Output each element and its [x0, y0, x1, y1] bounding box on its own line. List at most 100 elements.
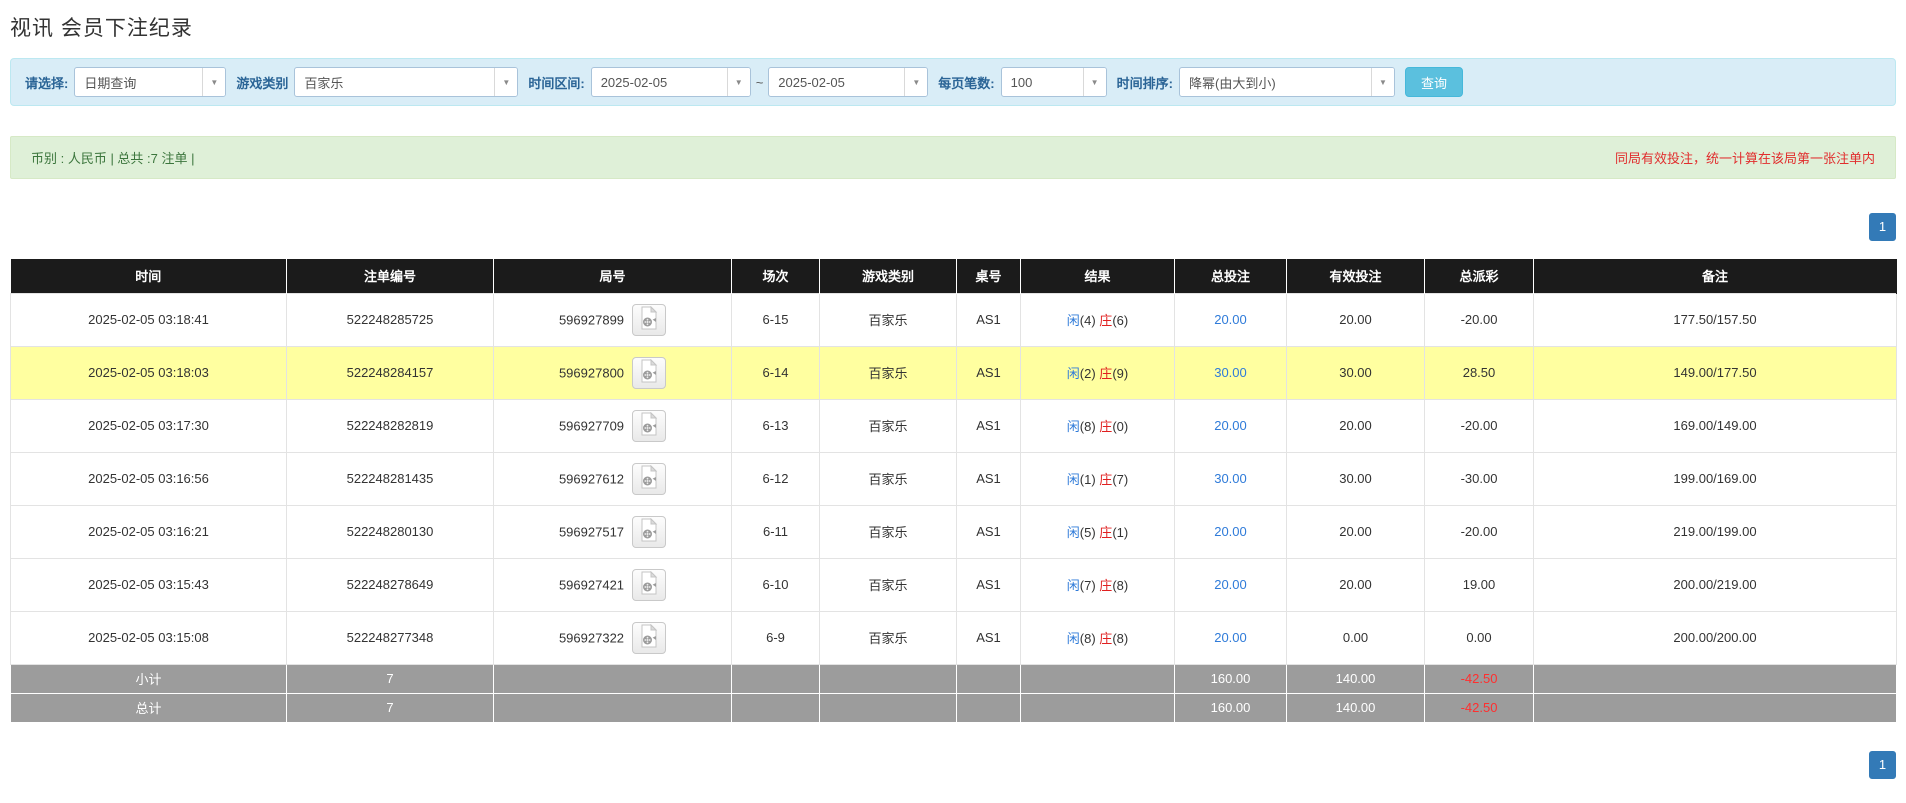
video-replay-button[interactable]: [632, 463, 666, 495]
cell-valid-bet: 20.00: [1287, 505, 1425, 558]
banker-result-score: (8): [1112, 578, 1128, 593]
cell-bet-id: 522248280130: [287, 505, 494, 558]
round-number: 596927517: [559, 524, 624, 539]
player-result-score: (8): [1080, 419, 1100, 434]
video-replay-button[interactable]: [632, 569, 666, 601]
bet-record-row: 2025-02-05 03:16:21522248280130596927517…: [11, 505, 1897, 558]
banker-result-label: 庄: [1099, 525, 1112, 540]
chevron-down-icon[interactable]: ▼: [494, 68, 517, 96]
banker-result-label: 庄: [1099, 419, 1112, 434]
page: 视讯 会员下注纪录 请选择: 日期查询 ▼ 游戏类别 百家乐 ▼ 时间区间: 2…: [10, 12, 1896, 779]
video-replay-button[interactable]: [632, 357, 666, 389]
cell-total-bet: 30.00: [1175, 452, 1287, 505]
cell-result: 闲(7) 庄(8): [1021, 558, 1175, 611]
search-button[interactable]: 查询: [1405, 67, 1463, 97]
player-result-label: 闲: [1067, 578, 1080, 593]
video-replay-button[interactable]: [632, 516, 666, 548]
cell-result: 闲(2) 庄(9): [1021, 346, 1175, 399]
cell-valid-bet: 0.00: [1287, 611, 1425, 664]
total-bet-link[interactable]: 30.00: [1214, 365, 1247, 380]
cell-result: 闲(4) 庄(6): [1021, 293, 1175, 346]
cell-session: 6-10: [732, 558, 820, 611]
subtotal-count: 7: [287, 664, 494, 693]
chevron-down-icon[interactable]: ▼: [202, 68, 225, 96]
page-1-button[interactable]: 1: [1869, 751, 1896, 779]
video-replay-button[interactable]: [632, 622, 666, 654]
cell-table-no: AS1: [957, 505, 1021, 558]
banker-result-score: (7): [1112, 472, 1128, 487]
pagination-top: 1: [10, 213, 1896, 241]
banker-result-score: (8): [1112, 631, 1128, 646]
video-file-icon: [639, 465, 659, 492]
cell-session: 6-13: [732, 399, 820, 452]
chevron-down-icon[interactable]: ▼: [727, 68, 750, 96]
cell-remark: 177.50/157.50: [1534, 293, 1897, 346]
round-number: 596927800: [559, 365, 624, 380]
banker-result-label: 庄: [1099, 578, 1112, 593]
subtotal-label: 小计: [11, 664, 287, 693]
col-header-session: 场次: [732, 259, 820, 293]
cell-total-bet: 20.00: [1175, 611, 1287, 664]
per-page-select[interactable]: 100 ▼: [1001, 67, 1107, 97]
query-type-select[interactable]: 日期查询 ▼: [74, 67, 226, 97]
pagination-bottom: 1: [10, 751, 1896, 779]
cell-round: 596927421: [494, 558, 732, 611]
subtotal-total-bet: 160.00: [1175, 664, 1287, 693]
banker-result-label: 庄: [1099, 313, 1112, 328]
bet-record-row: 2025-02-05 03:17:30522248282819596927709…: [11, 399, 1897, 452]
cell-bet-id: 522248281435: [287, 452, 494, 505]
cell-remark: 169.00/149.00: [1534, 399, 1897, 452]
date-from-select[interactable]: 2025-02-05 ▼: [591, 67, 751, 97]
table-header-row: 时间 注单编号 局号 场次 游戏类别 桌号 结果 总投注 有效投注 总派彩 备注: [11, 259, 1897, 293]
round-number: 596927322: [559, 630, 624, 645]
cell-game-type: 百家乐: [820, 399, 957, 452]
banker-result-score: (9): [1112, 366, 1128, 381]
player-result-label: 闲: [1067, 419, 1080, 434]
cell-game-type: 百家乐: [820, 346, 957, 399]
total-bet-link[interactable]: 30.00: [1214, 471, 1247, 486]
cell-time: 2025-02-05 03:15:08: [11, 611, 287, 664]
total-count: 7: [287, 693, 494, 722]
sort-select[interactable]: 降幂(由大到小) ▼: [1179, 67, 1395, 97]
banker-result-label: 庄: [1099, 472, 1112, 487]
date-from-value: 2025-02-05: [592, 68, 727, 96]
cell-result: 闲(5) 庄(1): [1021, 505, 1175, 558]
cell-payout: 0.00: [1425, 611, 1534, 664]
game-type-select[interactable]: 百家乐 ▼: [294, 67, 518, 97]
total-bet-link[interactable]: 20.00: [1214, 577, 1247, 592]
chevron-down-icon[interactable]: ▼: [904, 68, 927, 96]
page-1-button[interactable]: 1: [1869, 213, 1896, 241]
cell-table-no: AS1: [957, 611, 1021, 664]
cell-valid-bet: 20.00: [1287, 399, 1425, 452]
player-result-label: 闲: [1067, 366, 1080, 381]
video-replay-button[interactable]: [632, 304, 666, 336]
banker-result-score: (6): [1112, 313, 1128, 328]
sort-value: 降幂(由大到小): [1180, 68, 1371, 96]
chevron-down-icon[interactable]: ▼: [1371, 68, 1394, 96]
player-result-score: (5): [1080, 525, 1100, 540]
cell-round: 596927899: [494, 293, 732, 346]
video-replay-button[interactable]: [632, 410, 666, 442]
cell-round: 596927612: [494, 452, 732, 505]
cell-remark: 149.00/177.50: [1534, 346, 1897, 399]
total-bet-link[interactable]: 20.00: [1214, 312, 1247, 327]
banker-result-score: (0): [1112, 419, 1128, 434]
cell-total-bet: 20.00: [1175, 399, 1287, 452]
total-bet-link[interactable]: 20.00: [1214, 630, 1247, 645]
col-header-round: 局号: [494, 259, 732, 293]
total-payout: -42.50: [1425, 693, 1534, 722]
total-bet-link[interactable]: 20.00: [1214, 524, 1247, 539]
summary-bar: 币别 : 人民币 | 总共 :7 注单 | 同局有效投注，统一计算在该局第一张注…: [10, 136, 1896, 179]
col-header-game-type: 游戏类别: [820, 259, 957, 293]
chevron-down-icon[interactable]: ▼: [1083, 68, 1106, 96]
date-to-select[interactable]: 2025-02-05 ▼: [768, 67, 928, 97]
cell-bet-id: 522248282819: [287, 399, 494, 452]
per-page-label: 每页笔数:: [938, 73, 994, 92]
per-page-value: 100: [1002, 68, 1083, 96]
total-bet-link[interactable]: 20.00: [1214, 418, 1247, 433]
banker-result-label: 庄: [1099, 366, 1112, 381]
valid-bet-notice: 同局有效投注，统一计算在该局第一张注单内: [1615, 148, 1875, 167]
cell-round: 596927800: [494, 346, 732, 399]
time-range-label: 时间区间:: [528, 73, 584, 92]
player-result-score: (8): [1080, 631, 1100, 646]
